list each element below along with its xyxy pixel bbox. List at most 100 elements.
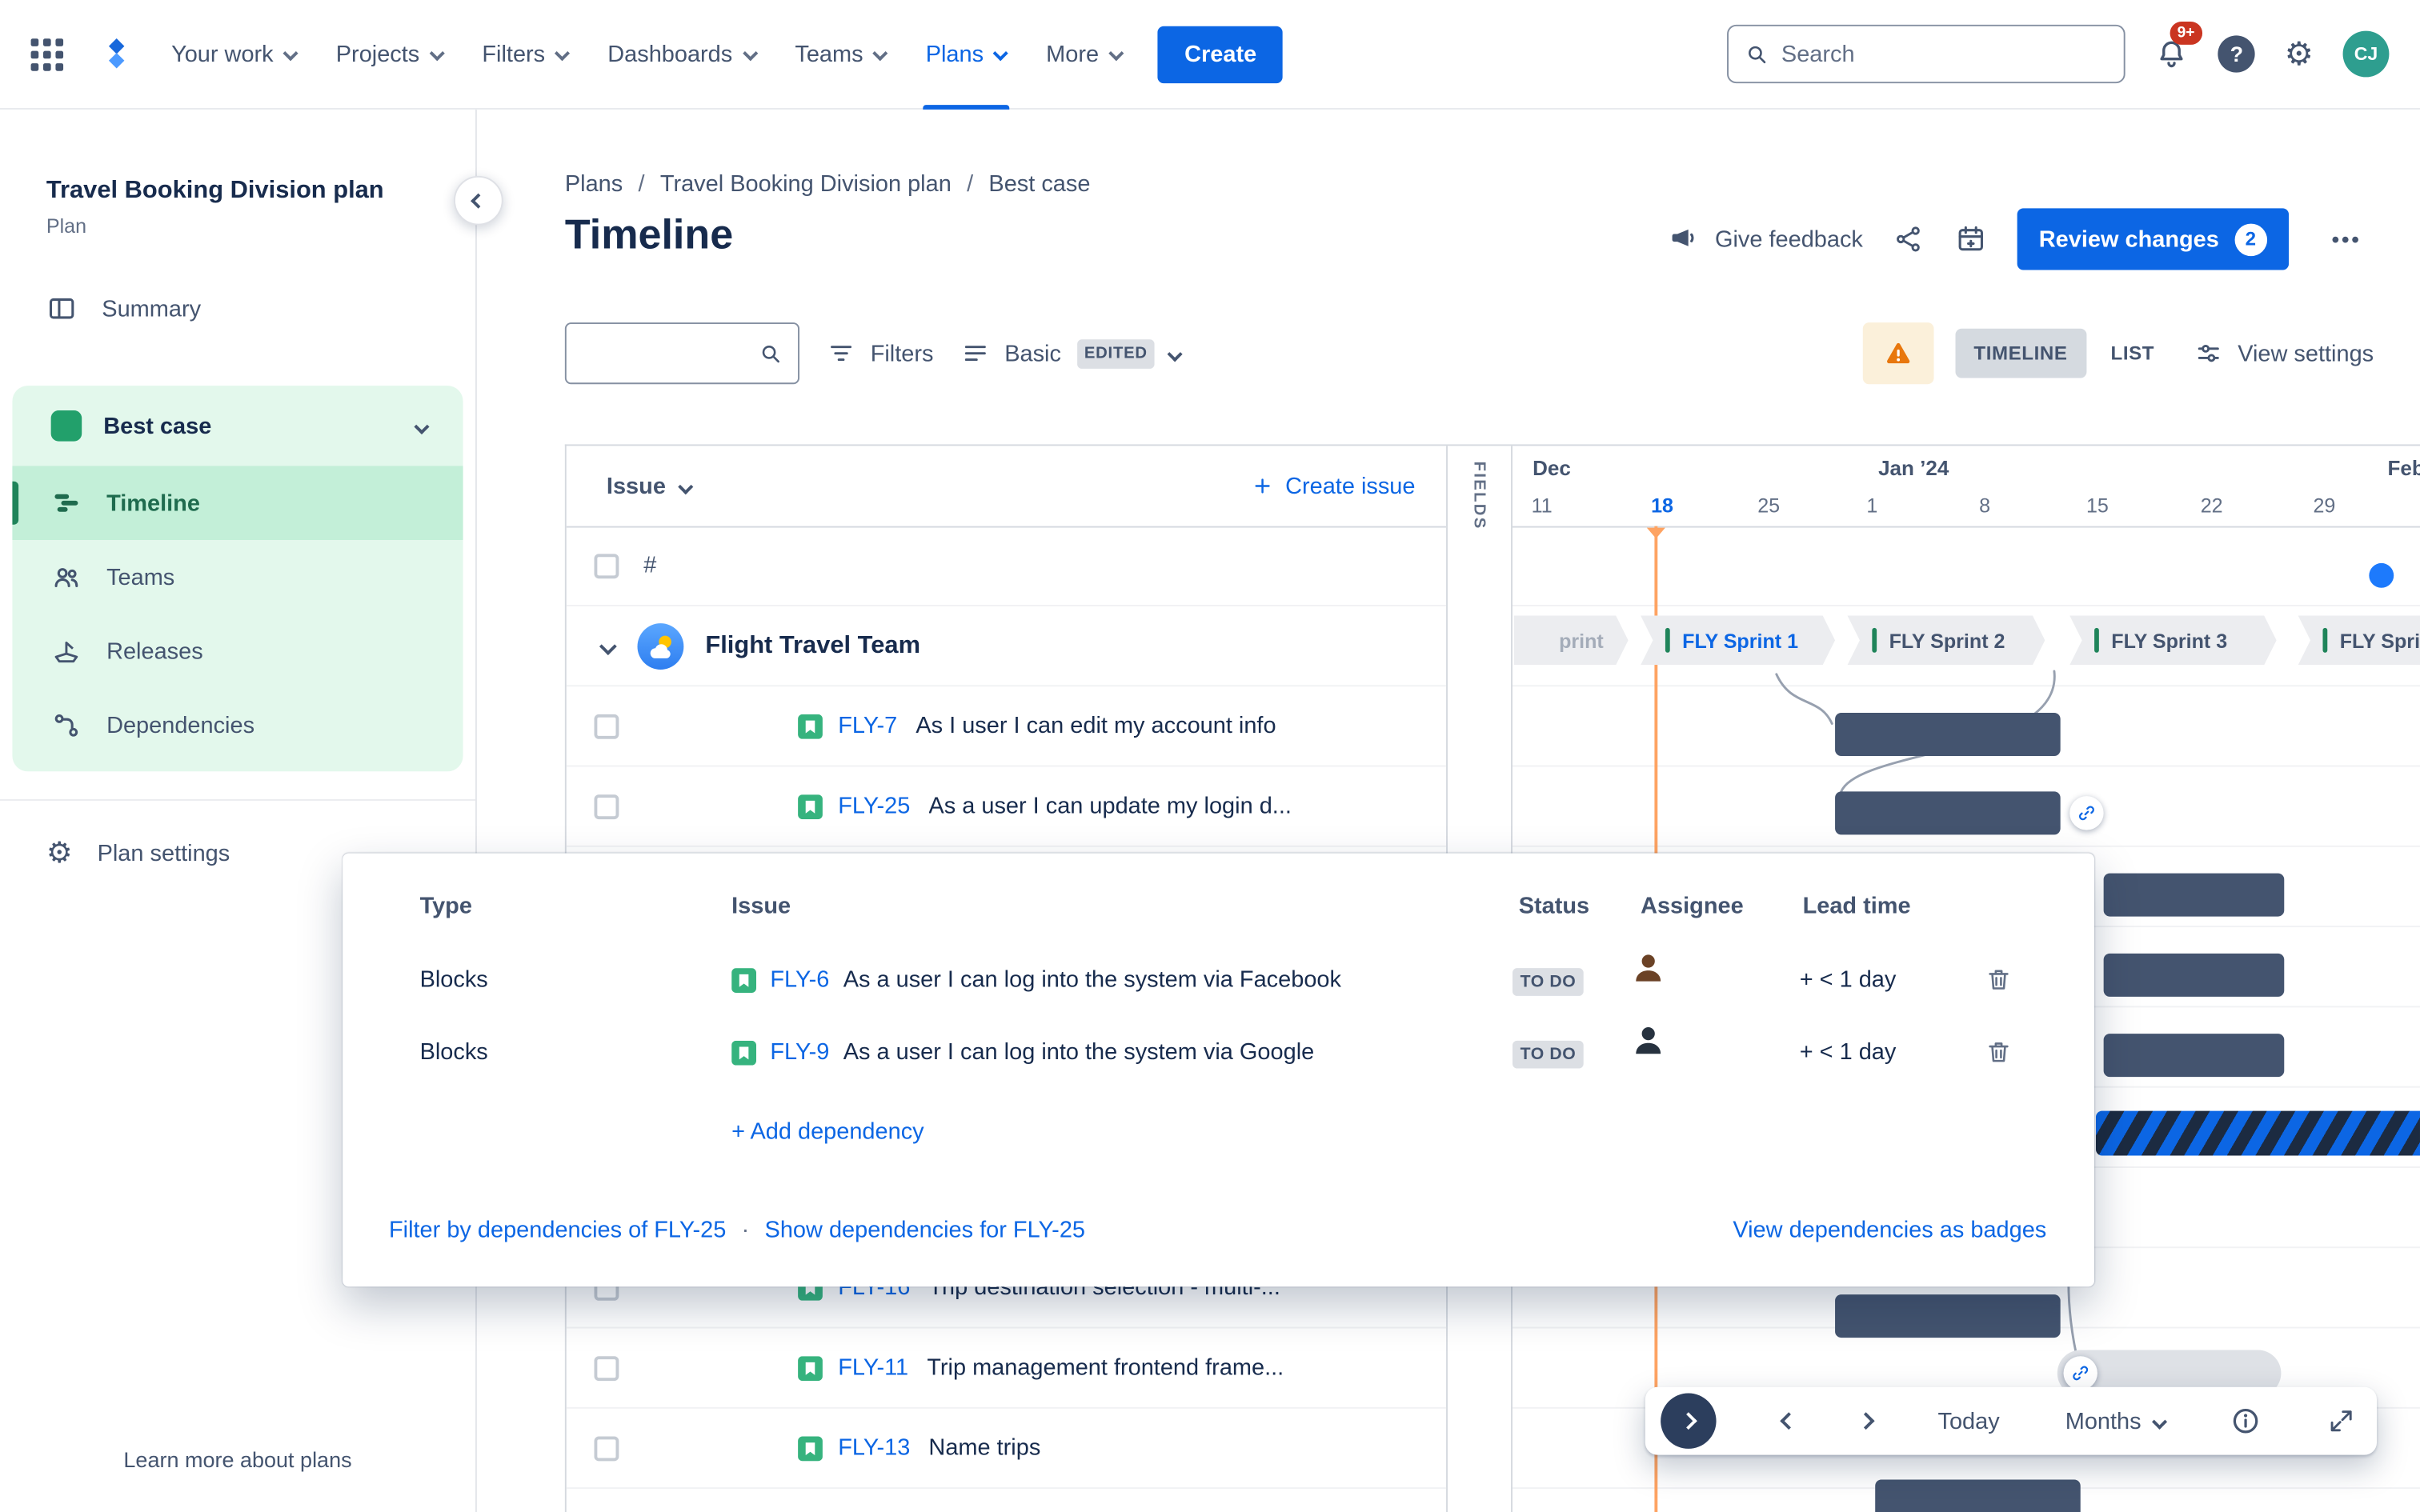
issue-key-link[interactable]: FLY-7 [838, 713, 897, 739]
date-label-today: 18 [1651, 494, 1674, 518]
dependency-type: Blocks [419, 1038, 488, 1066]
gear-icon: ⚙ [46, 837, 73, 870]
breadcrumb-plan-name[interactable]: Travel Booking Division plan [660, 171, 952, 198]
give-feedback-label: Give feedback [1714, 226, 1863, 253]
issue-search-box[interactable] [564, 322, 799, 385]
filter-by-dependencies-link[interactable]: Filter by dependencies of FLY-25 [389, 1218, 726, 1244]
filters-button[interactable]: Filters [827, 339, 933, 367]
share-button[interactable] [1893, 224, 1925, 255]
jump-forward-button[interactable] [1661, 1393, 1717, 1449]
sidebar-collapse-button[interactable] [453, 175, 503, 226]
dependency-link-badge[interactable] [2069, 796, 2104, 830]
sidebar-item-teams[interactable]: Teams [12, 540, 463, 614]
gantt-bar-striped-parent[interactable] [2095, 1110, 2420, 1156]
nav-projects[interactable]: Projects [336, 0, 444, 109]
jira-logo[interactable] [100, 37, 134, 70]
nav-more[interactable]: More [1046, 0, 1124, 109]
row-checkbox[interactable] [594, 553, 619, 578]
issue-key-link[interactable]: FLY-25 [838, 793, 910, 819]
row-checkbox[interactable] [594, 794, 619, 819]
breadcrumb-separator: / [967, 171, 974, 198]
issue-summary: As a user I can log into the system via … [843, 1038, 1315, 1066]
add-dependency-button[interactable]: + Add dependency [731, 1118, 924, 1145]
view-settings-label: View settings [2238, 340, 2374, 367]
delete-dependency-button[interactable] [1985, 966, 2013, 994]
nav-your-work[interactable]: Your work [171, 0, 298, 109]
gantt-bar[interactable] [2103, 953, 2285, 997]
sidebar-item-releases[interactable]: Releases [12, 614, 463, 689]
issue-key-link[interactable]: FLY-13 [838, 1435, 910, 1462]
scroll-right-button[interactable] [1857, 1412, 1875, 1430]
chevron-down-icon [1108, 45, 1124, 60]
nav-dashboards[interactable]: Dashboards [607, 0, 757, 109]
breadcrumb-plans[interactable]: Plans [565, 171, 623, 198]
today-marker-icon [1646, 527, 1665, 539]
issue-key-link[interactable]: FLY-6 [770, 966, 829, 993]
global-search[interactable] [1727, 24, 2126, 84]
breadcrumb-scenario[interactable]: Best case [988, 171, 1090, 198]
row-checkbox[interactable] [594, 1435, 619, 1461]
issue-search-input[interactable] [582, 340, 749, 367]
zoom-level-dropdown[interactable]: Months [2065, 1408, 2168, 1434]
rows-icon [961, 339, 989, 367]
view-mode-timeline[interactable]: TIMELINE [1955, 328, 2086, 378]
notifications-button[interactable]: 9+ [2155, 21, 2202, 70]
nav-filters[interactable]: Filters [482, 0, 570, 109]
issue-key-link[interactable]: FLY-11 [838, 1354, 908, 1381]
sprint-bar-fly-sprint-4[interactable]: FLY Sprin [2298, 615, 2420, 665]
show-dependencies-link[interactable]: Show dependencies for FLY-25 [765, 1218, 1085, 1244]
schedule-button[interactable] [1956, 224, 1987, 255]
global-search-input[interactable] [1781, 41, 2109, 67]
learn-more-link[interactable]: Learn more about plans [0, 1447, 475, 1472]
view-settings-button[interactable]: View settings [2194, 339, 2374, 367]
view-mode-list[interactable]: LIST [2092, 329, 2173, 378]
warnings-button[interactable] [1862, 322, 1934, 385]
link-icon [2076, 802, 2097, 824]
view-dependencies-as-badges-link[interactable]: View dependencies as badges [1733, 1218, 2046, 1244]
plan-scenario-header[interactable]: Best case [12, 386, 463, 466]
gantt-bar-fly-13[interactable] [1875, 1479, 2081, 1512]
gantt-bar-fly-25[interactable] [1835, 791, 2061, 835]
issue-key-link[interactable]: FLY-9 [770, 1039, 829, 1066]
nav-plans[interactable]: Plans [922, 0, 1009, 109]
create-issue-button[interactable]: Create issue [1252, 473, 1415, 499]
sidebar-item-timeline[interactable]: Timeline [12, 466, 463, 540]
dependency-link-badge[interactable] [2063, 1356, 2097, 1390]
row-checkbox[interactable] [594, 1355, 619, 1381]
gantt-bar[interactable] [2103, 1034, 2285, 1078]
scroll-left-button[interactable] [1779, 1412, 1797, 1430]
sprint-bar-previous[interactable]: print [1514, 615, 1629, 665]
fullscreen-button[interactable] [2327, 1407, 2355, 1435]
nav-teams[interactable]: Teams [795, 0, 888, 109]
sprint-bar-fly-sprint-2[interactable]: FLY Sprint 2 [1847, 615, 2045, 665]
app-switcher-button[interactable] [30, 38, 64, 70]
review-changes-button[interactable]: Review changes 2 [2017, 208, 2289, 270]
sidebar-item-dependencies[interactable]: Dependencies [12, 688, 463, 762]
view-preset-dropdown[interactable]: Basic EDITED [961, 338, 1183, 368]
user-avatar[interactable]: CJ [2342, 30, 2390, 78]
chevron-down-icon[interactable] [599, 637, 617, 655]
create-button[interactable]: Create [1158, 25, 1284, 83]
sprint-bar-fly-sprint-1[interactable]: FLY Sprint 1 [1641, 615, 1835, 665]
story-icon [798, 1436, 823, 1461]
timeline-controls: Today Months [1645, 1386, 2377, 1455]
help-button[interactable]: ? [2218, 35, 2255, 73]
sidebar-item-summary[interactable]: Summary [0, 269, 475, 349]
status-badge: TO DO [1512, 968, 1584, 996]
gantt-bar-fly-7[interactable] [1835, 712, 2061, 756]
sprint-bar-fly-sprint-3[interactable]: FLY Sprint 3 [2069, 615, 2276, 665]
timeline-info-button[interactable] [2231, 1406, 2262, 1437]
gantt-bar-fly-16[interactable] [1835, 1294, 2061, 1338]
row-checkbox[interactable] [594, 713, 619, 738]
milestone-dot[interactable] [2369, 562, 2394, 588]
gantt-bar[interactable] [2103, 873, 2285, 917]
settings-button[interactable]: ⚙ [2285, 38, 2314, 70]
today-button[interactable]: Today [1938, 1408, 2000, 1434]
plan-scenario-group: Best case Timeline Teams Releases Depend… [12, 386, 463, 772]
delete-dependency-button[interactable] [1985, 1038, 2013, 1066]
link-icon [2069, 1362, 2091, 1384]
give-feedback-button[interactable]: Give feedback [1669, 224, 1863, 255]
chevron-down-icon[interactable] [679, 478, 694, 494]
chevron-down-icon [1168, 346, 1183, 361]
more-actions-button[interactable]: ••• [2319, 218, 2374, 261]
